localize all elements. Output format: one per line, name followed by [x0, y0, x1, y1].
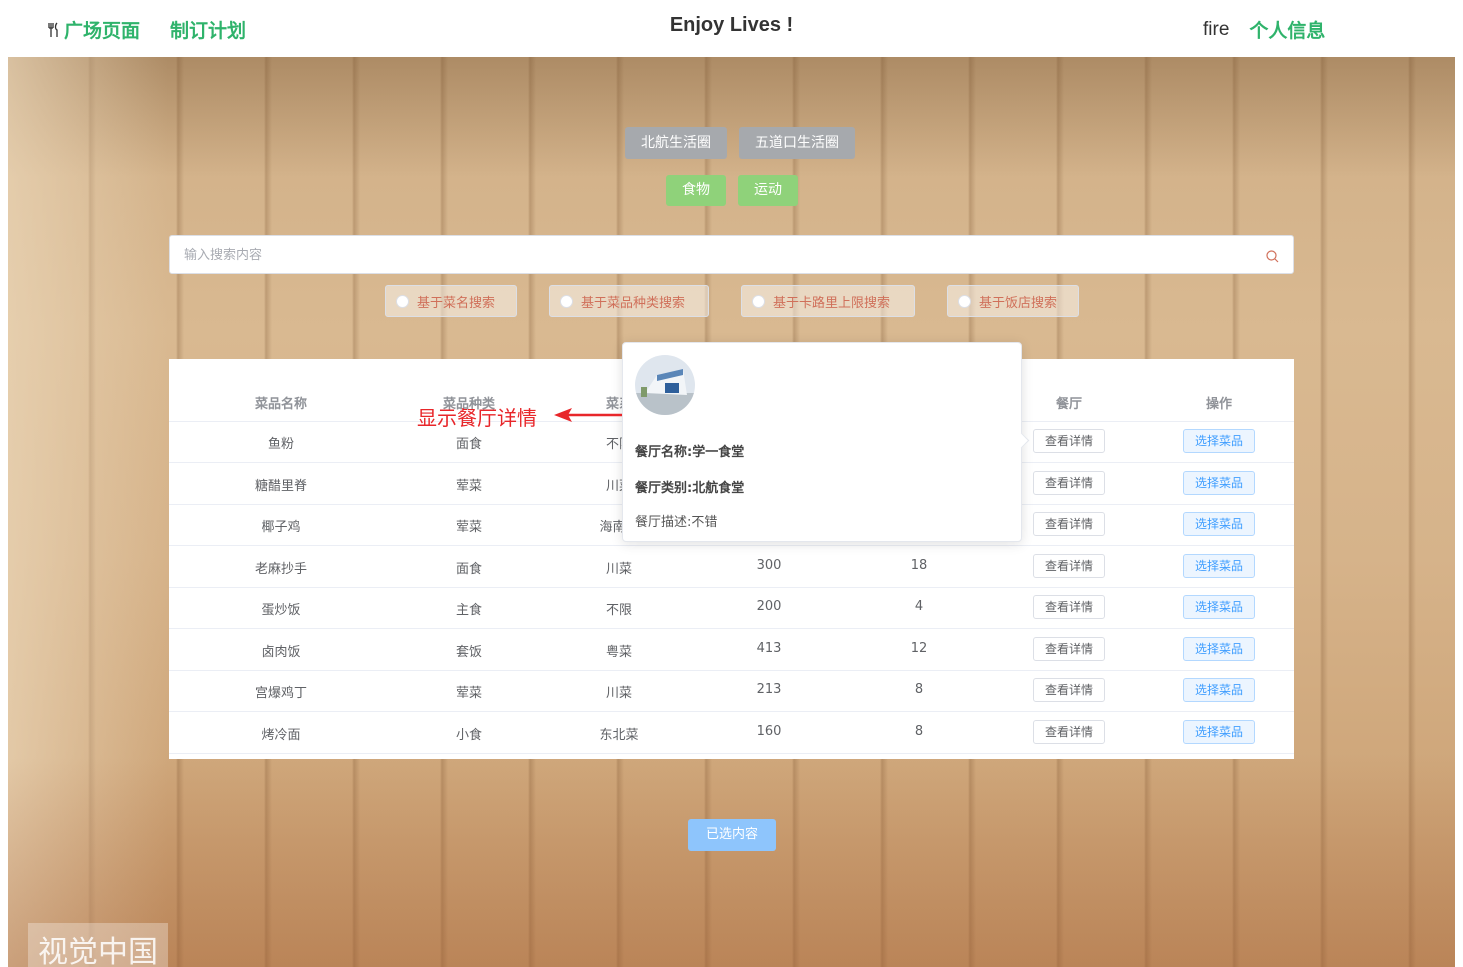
- profile-link[interactable]: 个人信息: [1249, 16, 1325, 43]
- cell-price: 18: [910, 557, 928, 573]
- view-detail-button[interactable]: 查看详情: [1033, 636, 1105, 661]
- view-detail-button[interactable]: 查看详情: [1033, 719, 1105, 744]
- restaurant-desc-label: 餐厅描述:: [635, 515, 692, 530]
- cell-cuisine: 川菜: [605, 686, 632, 701]
- search-input[interactable]: [170, 236, 1246, 275]
- cell-cuisine: 粤菜: [605, 644, 632, 660]
- radio-circle-icon: [396, 294, 409, 308]
- username: fire: [1203, 18, 1230, 40]
- radio-dish-type[interactable]: 基于菜品种类搜索: [549, 285, 709, 317]
- radio-label: 基于菜名搜索: [417, 295, 496, 311]
- radio-label: 基于饭店搜索: [979, 295, 1058, 311]
- cell-dish-type: 荤菜: [455, 520, 482, 535]
- select-dish-button[interactable]: 选择菜品: [1183, 429, 1255, 453]
- radio-circle-icon: [560, 294, 573, 308]
- view-detail-button[interactable]: 查看详情: [1033, 678, 1105, 702]
- radio-label: 基于卡路里上限搜索: [773, 295, 891, 311]
- table-row: 老麻抄手 面食 川菜 300 18 查看详情 选择菜品: [169, 546, 1294, 588]
- cell-calories: 413: [756, 640, 782, 656]
- cell-price: 12: [910, 640, 928, 656]
- search-box: [169, 235, 1294, 275]
- restaurant-desc: 不错: [691, 515, 718, 530]
- select-dish-button[interactable]: 选择菜品: [1183, 595, 1255, 619]
- cell-dish-type: 面食: [455, 437, 482, 452]
- view-detail-button[interactable]: 查看详情: [1033, 512, 1105, 536]
- top-nav-bar: 广场页面 制订计划 Enjoy Lives ! fire 个人信息: [0, 0, 1463, 57]
- column-header-action: 操作: [1205, 397, 1232, 412]
- cell-dish-type: 主食: [455, 603, 482, 618]
- select-dish-button[interactable]: 选择菜品: [1183, 512, 1255, 536]
- select-dish-button[interactable]: 选择菜品: [1183, 470, 1255, 495]
- cell-dish-name: 烤冷面: [261, 727, 301, 743]
- category-button-sport[interactable]: 运动: [738, 175, 798, 206]
- restaurant-detail-popover: 餐厅名称:学一食堂 餐厅类别:北航食堂 餐厅描述:不错: [622, 342, 1030, 542]
- select-dish-button[interactable]: 选择菜品: [1183, 553, 1255, 578]
- restaurant-name-label: 餐厅名称:: [635, 445, 693, 460]
- view-detail-button[interactable]: 查看详情: [1033, 553, 1105, 578]
- cell-calories: 300: [756, 557, 782, 573]
- nav-right: fire 个人信息: [1203, 16, 1325, 43]
- select-dish-button[interactable]: 选择菜品: [1183, 636, 1255, 661]
- annotation-arrow-icon: [554, 408, 622, 422]
- category-button-food[interactable]: 食物: [666, 175, 726, 206]
- cell-calories: 160: [756, 723, 782, 739]
- cell-calories: 213: [756, 682, 782, 697]
- cell-cuisine: 不限: [605, 603, 632, 618]
- background-shade: [8, 757, 1455, 967]
- cell-dish-name: 鱼粉: [267, 437, 294, 452]
- table-row: 宫爆鸡丁 荤菜 川菜 213 8 查看详情 选择菜品: [169, 670, 1294, 712]
- cell-dish-name: 糖醋里脊: [254, 478, 307, 494]
- cell-dish-type: 小食: [455, 727, 482, 743]
- radio-calorie-limit[interactable]: 基于卡路里上限搜索: [741, 285, 915, 317]
- cell-cuisine: 川菜: [605, 561, 632, 577]
- radio-dish-name[interactable]: 基于菜名搜索: [385, 285, 517, 317]
- cell-price: 8: [914, 723, 924, 739]
- column-header-dish-name: 菜品名称: [254, 397, 307, 412]
- radio-circle-icon: [958, 294, 971, 308]
- search-icon[interactable]: [1266, 248, 1279, 263]
- restaurant-type-line: 餐厅类别:北航食堂: [635, 477, 744, 496]
- cell-dish-type: 面食: [455, 561, 482, 577]
- view-detail-button[interactable]: 查看详情: [1033, 595, 1105, 619]
- cell-price: 8: [914, 682, 924, 697]
- restaurant-avatar: [635, 355, 695, 415]
- restaurant-type: 北航食堂: [692, 481, 745, 496]
- restaurant-name: 学一食堂: [692, 445, 745, 460]
- cell-calories: 200: [756, 599, 782, 614]
- cell-dish-type: 套饭: [455, 644, 482, 660]
- selected-items-button[interactable]: 已选内容: [688, 819, 776, 851]
- cell-dish-name: 宫爆鸡丁: [254, 686, 307, 701]
- cell-dish-name: 椰子鸡: [261, 520, 301, 535]
- view-detail-button[interactable]: 查看详情: [1033, 470, 1105, 495]
- radio-restaurant[interactable]: 基于饭店搜索: [947, 285, 1079, 317]
- select-dish-button[interactable]: 选择菜品: [1183, 678, 1255, 702]
- watermark: 视觉中国: [28, 923, 168, 967]
- table-row: 蛋炒饭 主食 不限 200 4 查看详情 选择菜品: [169, 587, 1294, 629]
- radio-label: 基于菜品种类搜索: [581, 295, 686, 311]
- circle-button-wudaokou[interactable]: 五道口生活圈: [739, 127, 855, 159]
- annotation-label: 显示餐厅详情: [417, 406, 537, 430]
- radio-circle-icon: [752, 294, 765, 308]
- restaurant-desc-line: 餐厅描述:不错: [635, 511, 717, 530]
- cell-dish-name: 老麻抄手: [254, 561, 307, 577]
- circle-button-beihang[interactable]: 北航生活圈: [625, 127, 727, 159]
- table-row: 卤肉饭 套饭 粤菜 413 12 查看详情 选择菜品: [169, 629, 1294, 671]
- view-detail-button[interactable]: 查看详情: [1033, 429, 1105, 453]
- cell-dish-name: 蛋炒饭: [261, 603, 301, 618]
- restaurant-type-label: 餐厅类别:: [635, 481, 693, 496]
- background-shade: [8, 57, 1455, 177]
- cell-dish-type: 荤菜: [455, 686, 482, 701]
- cell-dish-type: 荤菜: [455, 478, 482, 494]
- cell-price: 4: [914, 599, 924, 614]
- cell-dish-name: 卤肉饭: [261, 644, 301, 660]
- restaurant-name-line: 餐厅名称:学一食堂: [635, 441, 744, 460]
- cell-cuisine: 东北菜: [599, 727, 639, 743]
- table-row: 烤冷面 小食 东北菜 160 8 查看详情 选择菜品: [169, 712, 1294, 754]
- column-header-restaurant: 餐厅: [1055, 397, 1082, 412]
- select-dish-button[interactable]: 选择菜品: [1183, 719, 1255, 744]
